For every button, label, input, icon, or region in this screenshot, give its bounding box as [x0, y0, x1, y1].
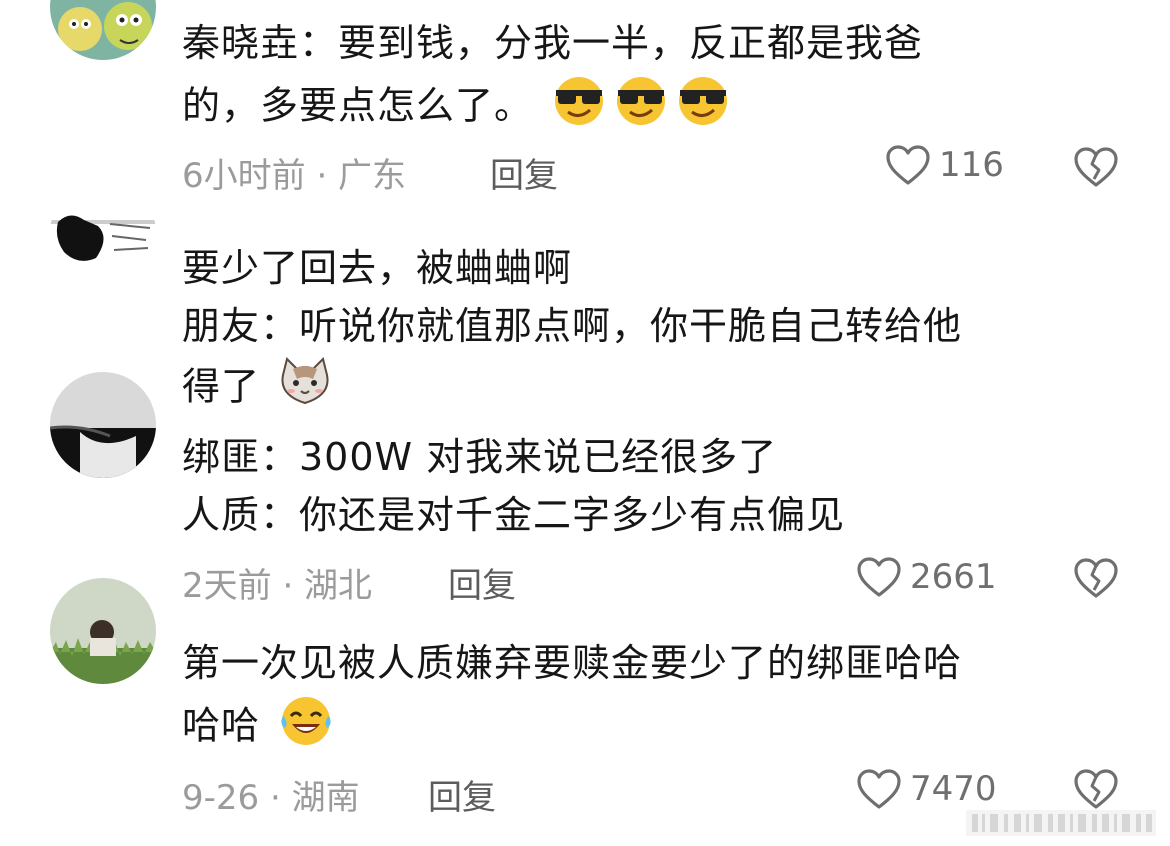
- comment-line-text: 得了: [182, 364, 261, 409]
- laughing-tears-emoji: [277, 694, 335, 762]
- like-button[interactable]: 116: [885, 144, 1004, 186]
- avatar[interactable]: [50, 578, 156, 684]
- sunglasses-emoji: [674, 74, 732, 142]
- like-count: 116: [939, 145, 1004, 185]
- heart-icon: [886, 145, 930, 185]
- comment-line: 秦晓垚：要到钱，分我一半，反正都是我爸: [182, 21, 924, 65]
- comment-line: 第一次见被人质嫌弃要赎金要少了的绑匪哈哈: [182, 641, 963, 685]
- avatar[interactable]: [50, 180, 156, 286]
- cat-emoji: [277, 355, 333, 423]
- comment-line: 绑匪：300W 对我来说已经很多了: [182, 435, 778, 479]
- avatar[interactable]: [50, 372, 156, 478]
- comment-text: 绑匪：300W 对我来说已经很多了 人质：你还是对千金二字多少有点偏见: [182, 428, 845, 544]
- heart-icon: [857, 769, 901, 809]
- comment-line: 得了: [182, 355, 962, 423]
- reply-button[interactable]: 回复: [490, 148, 558, 197]
- like-count: 7470: [910, 769, 997, 809]
- reply-button[interactable]: 回复: [448, 558, 516, 607]
- comment-line: 朋友：听说你就值那点啊，你干脆自己转给他: [182, 304, 963, 348]
- comment-text: 第一次见被人质嫌弃要赎金要少了的绑匪哈哈 哈哈: [182, 634, 962, 762]
- like-button[interactable]: 2661: [856, 556, 997, 598]
- comment-line: 要少了回去，被蛐蛐啊: [182, 246, 573, 290]
- comment-line: 的，多要点怎么了。: [182, 74, 923, 142]
- comment-line: 人质：你还是对千金二字多少有点偏见: [182, 493, 846, 537]
- broken-heart-icon[interactable]: [1073, 146, 1119, 188]
- reply-button[interactable]: 回复: [428, 770, 496, 819]
- watermark-pattern: [966, 810, 1156, 836]
- comment-line-text: 哈哈: [182, 703, 261, 748]
- comment-meta: 6小时前 · 广东: [182, 156, 407, 196]
- sunglasses-emoji: [550, 74, 608, 142]
- avatar[interactable]: [50, 0, 156, 60]
- sunglasses-emoji: [612, 74, 670, 142]
- broken-heart-icon[interactable]: [1073, 557, 1119, 599]
- heart-icon: [857, 557, 901, 597]
- comment-line: 哈哈: [182, 694, 962, 762]
- comment-meta: 2天前 · 湖北: [182, 566, 373, 606]
- comment-text: 秦晓垚：要到钱，分我一半，反正都是我爸 的，多要点怎么了。: [182, 14, 923, 142]
- like-count: 2661: [910, 557, 997, 597]
- comment-text: 要少了回去，被蛐蛐啊 朋友：听说你就值那点啊，你干脆自己转给他 得了: [182, 239, 962, 423]
- comment-line-text: 的，多要点怎么了。: [182, 83, 534, 128]
- comment-meta: 9-26 · 湖南: [182, 778, 360, 818]
